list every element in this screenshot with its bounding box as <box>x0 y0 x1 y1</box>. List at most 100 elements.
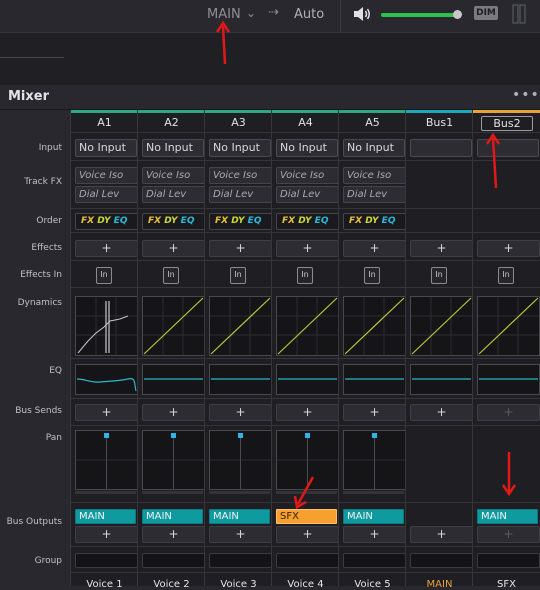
track-fx-slot[interactable]: Dial Lev <box>209 186 272 203</box>
add-effect-button[interactable]: + <box>410 240 473 257</box>
add-bus-send-button[interactable]: + <box>276 404 339 421</box>
strip-name[interactable]: Bus2 <box>481 116 533 131</box>
pan-marker[interactable] <box>171 433 176 438</box>
add-bus-send-button[interactable]: + <box>209 404 272 421</box>
track-fx-slot[interactable]: Dial Lev <box>75 186 138 203</box>
bus-output-assignment[interactable]: MAIN <box>343 509 404 524</box>
add-bus-send-button[interactable]: + <box>410 404 473 421</box>
chevron-down-icon[interactable]: ⌄ <box>246 6 256 20</box>
dynamics-graph[interactable] <box>343 296 406 356</box>
strip-name[interactable]: A2 <box>138 116 205 129</box>
group-selector[interactable] <box>343 553 406 568</box>
add-effect-button[interactable]: + <box>142 240 205 257</box>
add-effect-button[interactable]: + <box>75 240 138 257</box>
pan-width-bar[interactable] <box>343 491 404 494</box>
dynamics-graph[interactable] <box>276 296 339 356</box>
track-fx-slot[interactable]: Dial Lev <box>343 186 406 203</box>
add-bus-send-button[interactable]: + <box>477 404 540 421</box>
bus-output-assignment[interactable]: MAIN <box>477 509 538 524</box>
speaker-icon[interactable] <box>352 5 372 23</box>
bus-output-assignment[interactable]: MAIN <box>209 509 270 524</box>
dynamics-graph[interactable] <box>477 296 540 356</box>
add-bus-output-button[interactable]: + <box>410 526 473 543</box>
processing-order[interactable]: FX DY EQ <box>75 213 140 230</box>
group-selector[interactable] <box>276 553 339 568</box>
strip-name[interactable]: A4 <box>272 116 339 129</box>
add-bus-send-button[interactable]: + <box>142 404 205 421</box>
input-selector[interactable] <box>410 139 472 157</box>
input-selector[interactable]: No Input <box>343 139 405 157</box>
add-effect-button[interactable]: + <box>477 240 540 257</box>
input-selector[interactable]: No Input <box>209 139 271 157</box>
automation-button[interactable]: Auto <box>294 7 324 22</box>
add-bus-output-button[interactable]: + <box>142 526 205 543</box>
add-bus-output-button[interactable]: + <box>75 526 138 543</box>
add-bus-send-button[interactable]: + <box>343 404 406 421</box>
group-selector[interactable] <box>209 553 272 568</box>
track-fx-slot[interactable]: Dial Lev <box>276 186 339 203</box>
eq-graph[interactable] <box>209 364 272 395</box>
effects-in-button[interactable]: In <box>163 267 179 284</box>
processing-order[interactable]: FX DY EQ <box>142 213 207 230</box>
processing-order[interactable]: FX DY EQ <box>209 213 274 230</box>
more-options-icon[interactable]: ••• <box>512 87 540 103</box>
dynamics-graph[interactable] <box>209 296 272 356</box>
eq-graph[interactable] <box>343 364 406 395</box>
track-fx-slot[interactable]: Voice Iso <box>75 167 138 184</box>
pan-marker[interactable] <box>238 433 243 438</box>
add-bus-send-button[interactable]: + <box>75 404 138 421</box>
effects-in-button[interactable]: In <box>498 267 514 284</box>
add-bus-output-button[interactable]: + <box>276 526 339 543</box>
pan-marker[interactable] <box>372 433 377 438</box>
eq-graph[interactable] <box>142 364 205 395</box>
input-selector[interactable]: No Input <box>276 139 338 157</box>
pan-marker[interactable] <box>305 433 310 438</box>
track-fx-slot[interactable]: Voice Iso <box>343 167 406 184</box>
add-effect-button[interactable]: + <box>276 240 339 257</box>
eq-graph[interactable] <box>276 364 339 395</box>
bus-output-assignment[interactable]: MAIN <box>142 509 203 524</box>
add-effect-button[interactable]: + <box>343 240 406 257</box>
pan-control[interactable] <box>343 430 406 490</box>
group-selector[interactable] <box>142 553 205 568</box>
strip-name[interactable]: A3 <box>205 116 272 129</box>
input-selector[interactable]: No Input <box>75 139 137 157</box>
pan-control[interactable] <box>209 430 272 490</box>
group-selector[interactable] <box>477 553 540 568</box>
track-fx-slot[interactable]: Voice Iso <box>142 167 205 184</box>
add-bus-output-button[interactable]: + <box>343 526 406 543</box>
strip-name[interactable]: Bus1 <box>406 116 473 129</box>
pan-control[interactable] <box>142 430 205 490</box>
effects-in-button[interactable]: In <box>364 267 380 284</box>
track-fx-slot[interactable]: Voice Iso <box>209 167 272 184</box>
eq-graph[interactable] <box>75 364 138 395</box>
processing-order[interactable]: FX DY EQ <box>343 213 408 230</box>
effects-in-button[interactable]: In <box>230 267 246 284</box>
pan-width-bar[interactable] <box>75 491 136 494</box>
pan-marker[interactable] <box>104 433 109 438</box>
dynamics-graph[interactable] <box>142 296 205 356</box>
track-fx-slot[interactable]: Dial Lev <box>142 186 205 203</box>
dynamics-graph[interactable] <box>75 296 138 356</box>
strip-name[interactable]: A1 <box>71 116 138 129</box>
dynamics-graph[interactable] <box>410 296 473 356</box>
track-fx-slot[interactable]: Voice Iso <box>276 167 339 184</box>
strip-name[interactable]: A5 <box>339 116 406 129</box>
pan-width-bar[interactable] <box>142 491 203 494</box>
add-bus-output-button[interactable]: + <box>209 526 272 543</box>
processing-order[interactable]: FX DY EQ <box>276 213 341 230</box>
eq-graph[interactable] <box>477 364 540 395</box>
pan-control[interactable] <box>75 430 138 490</box>
add-effect-button[interactable]: + <box>209 240 272 257</box>
bus-output-assignment[interactable]: MAIN <box>75 509 136 524</box>
volume-slider-handle[interactable] <box>453 10 462 19</box>
group-selector[interactable] <box>75 553 138 568</box>
bus-output-assignment[interactable]: SFX <box>276 509 337 524</box>
effects-in-button[interactable]: In <box>297 267 313 284</box>
effects-in-button[interactable]: In <box>431 267 447 284</box>
group-selector[interactable] <box>410 553 473 568</box>
eq-graph[interactable] <box>410 364 473 395</box>
add-bus-output-button[interactable]: + <box>477 526 540 543</box>
input-selector[interactable]: No Input <box>142 139 204 157</box>
effects-in-button[interactable]: In <box>96 267 112 284</box>
